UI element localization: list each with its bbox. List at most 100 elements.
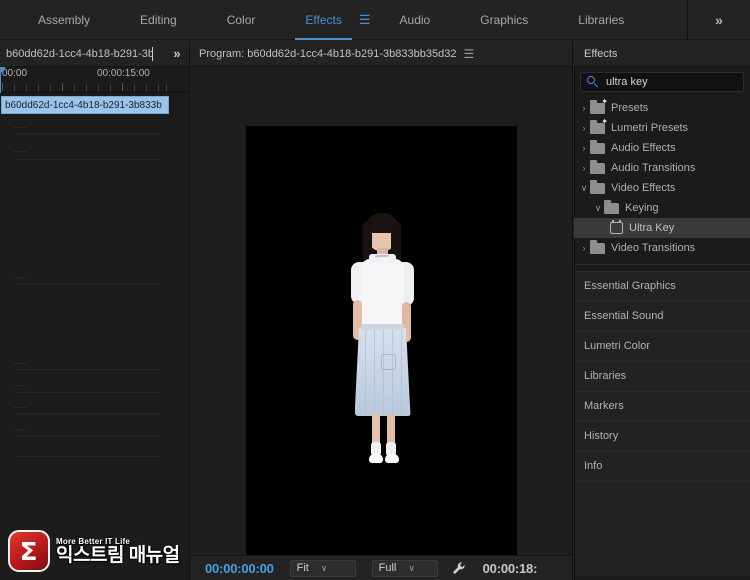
- workspace-tab-assembly[interactable]: Assembly: [28, 0, 100, 40]
- chevron-down-icon: ∨: [320, 562, 328, 573]
- effects-tree-item-video-effects[interactable]: ∨ Video Effects: [574, 178, 750, 198]
- timeline-panel-header: b60dd62d-1cc4-4b18-b291-3b »: [0, 41, 189, 67]
- collapsed-panel-label: Essential Sound: [584, 310, 664, 322]
- effects-tree-item-audio-effects[interactable]: › Audio Effects: [574, 138, 750, 158]
- twirl-chevron-icon[interactable]: ∨: [592, 203, 604, 214]
- effects-panel: Effects ultra key › Presets › Lumetri Pr…: [574, 41, 750, 580]
- program-monitor-title: Program: b60dd62d-1cc4-4b18-b291-3b833bb…: [199, 47, 457, 60]
- collapsed-panel-markers[interactable]: Markers: [574, 391, 750, 421]
- workspace-tab-label: Editing: [140, 12, 177, 27]
- twirl-chevron-icon[interactable]: ›: [578, 143, 590, 153]
- effects-tree-item-video-transitions[interactable]: › Video Transitions: [574, 238, 750, 258]
- watermark-logo-glyph: Σ: [20, 536, 38, 566]
- workspace-tab-audio[interactable]: Audio: [390, 0, 441, 40]
- hamburger-glyph: ☰: [463, 46, 475, 61]
- effects-tree-item-keying[interactable]: ∨ Keying: [574, 198, 750, 218]
- collapsed-panel-filler: [574, 481, 750, 576]
- workspace-tab-label: Effects: [305, 12, 342, 27]
- folder-icon: [590, 240, 605, 254]
- twirl-chevron-icon[interactable]: ›: [578, 103, 590, 113]
- effects-search-input[interactable]: ultra key: [580, 72, 744, 92]
- double-chevron-right-icon: »: [173, 46, 181, 61]
- timeline-panel: b60dd62d-1cc4-4b18-b291-3b » 00:00 00:00…: [0, 41, 190, 580]
- workspace-tab-libraries[interactable]: Libraries: [568, 0, 634, 40]
- watermark-logo-icon: Σ: [8, 530, 50, 572]
- collapsed-panel-essential-graphics[interactable]: Essential Graphics: [574, 271, 750, 301]
- program-monitor-panel: Program: b60dd62d-1cc4-4b18-b291-3b833bb…: [191, 41, 573, 580]
- collapsed-panel-history[interactable]: History: [574, 421, 750, 451]
- collapsed-panel-label: Lumetri Color: [584, 340, 651, 352]
- folder-icon: [590, 140, 605, 154]
- tabbar-overflow-button[interactable]: »: [688, 0, 750, 40]
- text-cursor: [152, 46, 162, 61]
- workspace-tab-label: Graphics: [480, 12, 529, 27]
- duration-timecode[interactable]: 00:00:18:: [483, 561, 538, 576]
- twirl-chevron-icon[interactable]: ›: [578, 163, 590, 173]
- workspace-tab-graphics[interactable]: Graphics: [470, 0, 538, 40]
- playback-resolution-dropdown[interactable]: Full ∨: [371, 559, 438, 577]
- effects-tree-item-lumetri-presets[interactable]: › Lumetri Presets: [574, 117, 750, 138]
- collapsed-panel-label: Markers: [584, 400, 624, 412]
- program-monitor-transport-bar: 00:00:00:00 Fit ∨ Full ∨ 00:00:18:: [191, 555, 572, 580]
- collapsed-panel-label: Info: [584, 460, 603, 472]
- double-chevron-right-icon: »: [715, 11, 723, 28]
- effects-tree-item-audio-transitions[interactable]: › Audio Transitions: [574, 158, 750, 178]
- hamburger-menu-icon[interactable]: ☰: [354, 0, 376, 40]
- hamburger-glyph: ☰: [358, 11, 371, 27]
- twirl-chevron-icon[interactable]: ∨: [578, 183, 590, 194]
- timeline-clip[interactable]: b60dd62d-1cc4-4b18-b291-3b833b: [1, 96, 169, 114]
- collapsed-panel-label: History: [584, 430, 619, 442]
- twirl-chevron-icon[interactable]: ›: [578, 123, 590, 133]
- folder-icon: [590, 160, 605, 174]
- folder-star-icon: [590, 97, 608, 114]
- collapsed-panel-info[interactable]: Info: [574, 451, 750, 481]
- folder-icon: [604, 200, 619, 214]
- effects-tree-label: Video Transitions: [611, 242, 696, 254]
- ruler-ticks: [0, 83, 189, 91]
- playback-resolution-value: Full: [378, 562, 397, 574]
- effects-tree-label: Video Effects: [611, 182, 676, 194]
- watermark-title: 익스트림 매뉴얼: [56, 544, 180, 566]
- effects-tree-label: Audio Effects: [611, 142, 676, 154]
- timeline-tracks[interactable]: [0, 115, 189, 580]
- effects-tree-label: Keying: [625, 202, 659, 214]
- program-monitor-menu-icon[interactable]: ☰: [463, 47, 474, 61]
- workspace-tab-label: Audio: [399, 12, 431, 27]
- collapsed-panel-list: Essential Graphics Essential Sound Lumet…: [574, 271, 750, 576]
- workspace-tabbar: Assembly Editing Color Effects ☰ Audio G…: [0, 0, 750, 40]
- effects-search-wrapper: ultra key: [574, 67, 750, 96]
- effects-tree: › Presets › Lumetri Presets › Audio Effe…: [574, 96, 750, 258]
- zoom-level-dropdown[interactable]: Fit ∨: [289, 559, 356, 577]
- timeline-ruler[interactable]: 00:00 00:00:15:00: [0, 67, 189, 93]
- workspace-tab-color[interactable]: Color: [217, 0, 266, 40]
- zoom-level-value: Fit: [296, 562, 309, 574]
- collapsed-panel-essential-sound[interactable]: Essential Sound: [574, 301, 750, 331]
- workspace-tab-label: Assembly: [38, 12, 91, 27]
- program-monitor-header: Program: b60dd62d-1cc4-4b18-b291-3b833bb…: [191, 41, 572, 67]
- effects-tree-item-ultra-key[interactable]: Ultra Key: [574, 218, 750, 238]
- effects-tree-item-presets[interactable]: › Presets: [574, 97, 750, 118]
- timeline-expand-button[interactable]: »: [165, 46, 189, 61]
- twirl-chevron-icon[interactable]: ›: [578, 243, 590, 253]
- search-icon: [587, 76, 599, 88]
- effects-panel-divider: [574, 264, 750, 265]
- watermark-text-block: More Better IT Life 익스트림 매뉴얼: [56, 537, 180, 566]
- settings-wrench-icon[interactable]: [452, 561, 467, 576]
- collapsed-panel-label: Libraries: [584, 370, 627, 382]
- collapsed-panel-libraries[interactable]: Libraries: [574, 361, 750, 391]
- folder-icon: [590, 180, 605, 194]
- effects-search-value: ultra key: [606, 76, 648, 88]
- workspace-tab-effects[interactable]: Effects: [295, 0, 353, 40]
- effects-tree-label: Lumetri Presets: [611, 122, 689, 134]
- ruler-mid-label: 00:00:15:00: [97, 68, 150, 79]
- collapsed-panel-lumetri-color[interactable]: Lumetri Color: [574, 331, 750, 361]
- workspace-tab-editing[interactable]: Editing: [130, 0, 187, 40]
- effects-panel-header: Effects: [574, 41, 750, 67]
- video-frame[interactable]: V iggle .ai: [246, 126, 517, 580]
- program-monitor-stage: V iggle .ai: [191, 68, 572, 580]
- current-timecode[interactable]: 00:00:00:00: [191, 561, 274, 576]
- chevron-down-icon: ∨: [408, 562, 415, 573]
- folder-star-icon: [590, 117, 608, 134]
- effects-tree-label: Audio Transitions: [611, 162, 696, 174]
- effects-tree-label: Ultra Key: [629, 222, 675, 234]
